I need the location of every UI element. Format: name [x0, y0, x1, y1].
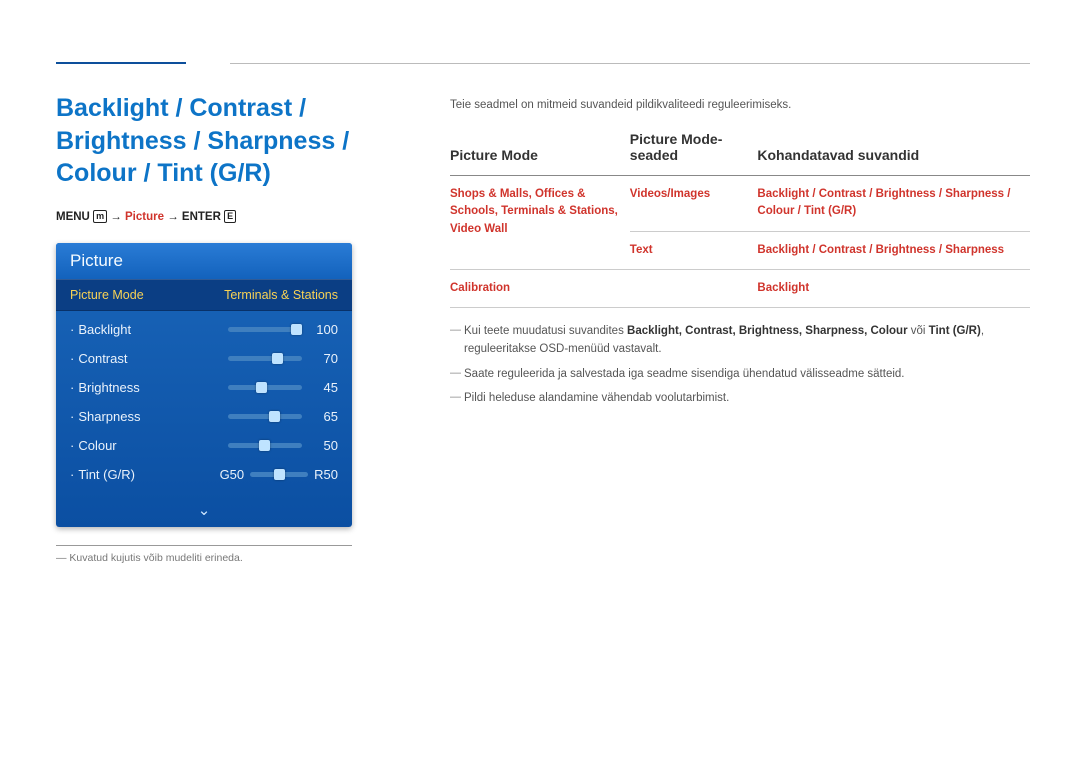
osd-panel: Picture Picture Mode Terminals & Station…: [56, 243, 352, 527]
table-cell: Calibration: [450, 269, 630, 307]
osd-item-label: Sharpness: [78, 409, 140, 424]
note-line: Kui teete muudatusi suvandites Backlight…: [450, 322, 1030, 359]
arrow-icon: →: [110, 211, 122, 223]
slider-handle-icon[interactable]: [259, 440, 270, 451]
page-title: Backlight / Contrast / Brightness / Shar…: [56, 92, 406, 190]
osd-slider[interactable]: [228, 385, 302, 390]
osd-contrast-row[interactable]: ·Contrast 70: [70, 344, 338, 373]
table-cell: Backlight: [757, 269, 1030, 307]
menu-label: MENU: [56, 211, 90, 223]
osd-tint-row[interactable]: ·Tint (G/R) G50 R50: [70, 460, 338, 489]
osd-tint-r-value: R50: [314, 467, 338, 482]
osd-item-label: Backlight: [78, 322, 131, 337]
right-column: Teie seadmel on mitmeid suvandeid pildik…: [450, 99, 1030, 414]
table-cell: Text: [630, 231, 758, 269]
osd-brightness-row[interactable]: ·Brightness 45: [70, 373, 338, 402]
osd-item-value: 70: [310, 351, 338, 366]
osd-item-label: Colour: [78, 438, 116, 453]
osd-item-value: 65: [310, 409, 338, 424]
table-cell: Backlight / Contrast / Brightness / Shar…: [757, 231, 1030, 269]
osd-title: Picture: [56, 243, 352, 279]
intro-text: Teie seadmel on mitmeid suvandeid pildik…: [450, 99, 1030, 111]
header-short-rule: [56, 62, 186, 64]
table-cell: Shops & Malls, Offices & Schools, Termin…: [450, 176, 630, 270]
note-line: Pildi heleduse alandamine vähendab voolu…: [450, 389, 1030, 407]
menu-path: MENU m → Picture → ENTER E: [56, 210, 406, 223]
osd-item-label: Brightness: [78, 380, 139, 395]
slider-handle-icon[interactable]: [269, 411, 280, 422]
slider-handle-icon[interactable]: [291, 324, 302, 335]
options-table: Picture Mode Picture Mode-seaded Kohanda…: [450, 131, 1030, 308]
osd-slider[interactable]: [250, 472, 308, 477]
osd-item-value: 100: [310, 322, 338, 337]
osd-backlight-row[interactable]: ·Backlight 100: [70, 315, 338, 344]
table-header-picture-mode: Picture Mode: [450, 131, 630, 176]
divider: [56, 545, 352, 546]
osd-item-value: 45: [310, 380, 338, 395]
slider-handle-icon[interactable]: [272, 353, 283, 364]
osd-item-value: 50: [310, 438, 338, 453]
osd-sharpness-row[interactable]: ·Sharpness 65: [70, 402, 338, 431]
table-cell: Videos/Images: [630, 176, 758, 232]
table-cell: [630, 269, 758, 307]
osd-item-label: Contrast: [78, 351, 127, 366]
chevron-down-icon[interactable]: ⌄: [56, 497, 352, 527]
osd-slider[interactable]: [228, 356, 302, 361]
note-line: Saate reguleerida ja salvestada iga sead…: [450, 365, 1030, 383]
osd-item-label: Tint (G/R): [78, 467, 135, 482]
slider-handle-icon[interactable]: [274, 469, 285, 480]
arrow-icon: →: [167, 211, 179, 223]
slider-handle-icon[interactable]: [256, 382, 267, 393]
osd-colour-row[interactable]: ·Colour 50: [70, 431, 338, 460]
enter-icon: E: [224, 210, 236, 223]
osd-picture-mode-row[interactable]: Picture Mode Terminals & Stations: [56, 279, 352, 311]
osd-body: ·Backlight 100 ·Contrast 70 ·Brightness …: [56, 311, 352, 497]
menu-icon: m: [93, 210, 107, 223]
enter-label: ENTER: [182, 211, 221, 223]
header-long-rule: [230, 63, 1030, 64]
osd-slider[interactable]: [228, 414, 302, 419]
left-column: Backlight / Contrast / Brightness / Shar…: [56, 92, 406, 564]
table-header-adjustable: Kohandatavad suvandid: [757, 131, 1030, 176]
osd-picture-mode-label: Picture Mode: [70, 288, 144, 302]
notes: Kui teete muudatusi suvandites Backlight…: [450, 322, 1030, 408]
osd-slider[interactable]: [228, 327, 302, 332]
disclaimer-text: ― Kuvatud kujutis võib mudeliti erineda.: [56, 552, 406, 564]
table-header-settings: Picture Mode-seaded: [630, 131, 758, 176]
osd-tint-g-value: G50: [220, 467, 245, 482]
osd-slider[interactable]: [228, 443, 302, 448]
table-row: Shops & Malls, Offices & Schools, Termin…: [450, 176, 1030, 232]
menu-picture: Picture: [125, 211, 164, 223]
table-cell: Backlight / Contrast / Brightness / Shar…: [757, 176, 1030, 232]
osd-picture-mode-value: Terminals & Stations: [224, 288, 338, 302]
table-row: Calibration Backlight: [450, 269, 1030, 307]
